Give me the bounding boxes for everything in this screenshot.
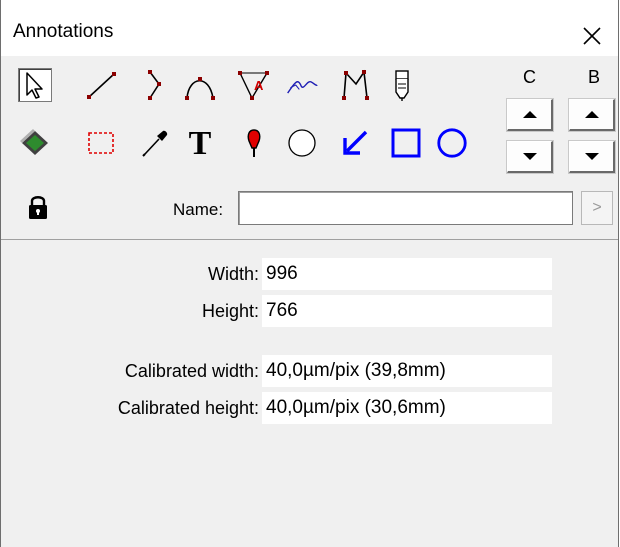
close-icon xyxy=(583,27,601,45)
calibrated-width-label: Calibrated width: xyxy=(124,361,259,381)
brightness-label: B xyxy=(588,67,601,87)
svg-text:T: T xyxy=(189,125,212,159)
marker-pin-icon xyxy=(247,129,261,157)
height-value: 766 xyxy=(262,295,552,327)
contrast-up-button[interactable] xyxy=(507,99,553,131)
chevron-right-icon: > xyxy=(592,199,602,216)
pointer-tool[interactable] xyxy=(18,68,52,102)
annotations-window: Annotations A T C B Name: > Width: 996 H… xyxy=(0,0,619,547)
calibrated-height-value: 40,0µm/pix (30,6mm) xyxy=(262,392,552,424)
angle-icon: A xyxy=(238,71,269,100)
width-value: 996 xyxy=(262,258,552,290)
arrow-icon xyxy=(343,130,368,155)
eyedropper-tool[interactable] xyxy=(138,126,172,160)
probe-icon xyxy=(395,70,409,101)
lock-icon xyxy=(29,196,47,219)
rect-selection-tool[interactable] xyxy=(84,126,118,160)
text-icon: T xyxy=(189,125,212,159)
polyline-measure-icon xyxy=(342,69,369,100)
marker-pin-tool[interactable] xyxy=(237,126,271,160)
freehand-icon xyxy=(287,80,318,94)
height-label: Height: xyxy=(201,301,259,321)
eyedropper-icon xyxy=(142,130,168,157)
brightness-up-button[interactable] xyxy=(569,99,615,131)
fill-tool[interactable] xyxy=(18,126,52,160)
freehand-tool[interactable] xyxy=(285,68,319,102)
calibrated-width-value: 40,0µm/pix (39,8mm) xyxy=(262,355,552,387)
height-row: Height: xyxy=(1,295,259,327)
name-label: Name: xyxy=(173,200,224,219)
width-label: Width: xyxy=(207,264,259,284)
curve-tool[interactable] xyxy=(183,68,217,102)
line-tool[interactable] xyxy=(84,68,118,102)
calibrated-width-row: Calibrated width: xyxy=(1,355,259,387)
polyline-measure-tool[interactable] xyxy=(338,68,372,102)
close-button[interactable] xyxy=(574,18,610,54)
rect-selection-icon xyxy=(88,132,114,154)
angle-tool[interactable]: A xyxy=(237,68,271,102)
brightness-down-button[interactable] xyxy=(569,141,615,173)
lock-toggle[interactable] xyxy=(21,190,55,224)
contrast-label: C xyxy=(523,67,536,87)
arrow-up-icon xyxy=(522,111,537,118)
name-submit-button[interactable]: > xyxy=(581,191,613,225)
contrast-down-button[interactable] xyxy=(507,141,553,173)
arrow-up-icon xyxy=(584,111,599,118)
circle-outline-tool[interactable] xyxy=(285,126,319,160)
calibrated-height-label: Calibrated height: xyxy=(117,398,259,418)
ellipse-icon xyxy=(437,128,467,158)
name-input[interactable] xyxy=(238,191,573,225)
rectangle-tool[interactable] xyxy=(389,126,423,160)
arrow-down-icon xyxy=(522,153,537,160)
text-tool[interactable]: T xyxy=(183,124,217,159)
calibrated-height-row: Calibrated height: xyxy=(1,392,259,424)
svg-text:A: A xyxy=(254,78,264,93)
ellipse-tool[interactable] xyxy=(435,126,469,160)
window-title: Annotations xyxy=(13,21,114,42)
pointer-icon xyxy=(26,72,43,99)
rectangle-icon xyxy=(391,128,421,158)
fill-icon xyxy=(20,129,48,155)
circle-outline-icon xyxy=(288,129,316,157)
arrow-down-icon xyxy=(584,153,599,160)
title-bar: Annotations xyxy=(1,0,618,56)
info-panel: Width: 996 Height: 766 Calibrated width:… xyxy=(1,240,618,547)
probe-tool[interactable] xyxy=(385,68,419,102)
polyline-tool[interactable] xyxy=(138,68,172,102)
curve-icon xyxy=(185,77,215,100)
arrow-tool[interactable] xyxy=(338,126,372,160)
width-row: Width: xyxy=(1,258,259,290)
polyline-icon xyxy=(148,70,161,100)
line-icon xyxy=(87,72,116,99)
